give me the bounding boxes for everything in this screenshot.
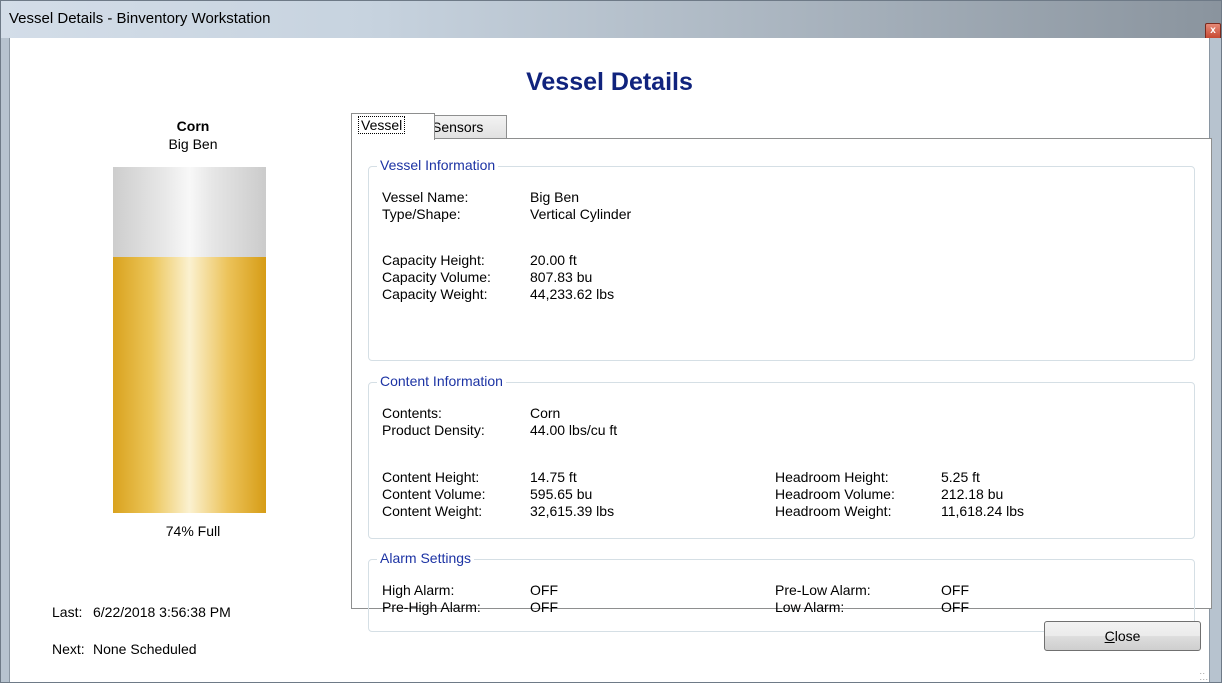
- field-label: Capacity Height:: [382, 252, 485, 268]
- vessel-information-group: Vessel Information Vessel Name: Big Ben T…: [368, 157, 1195, 361]
- field-value: 32,615.39 lbs: [530, 503, 615, 519]
- content-name: Corn: [176, 118, 210, 134]
- page-title: Vessel Details: [526, 68, 693, 96]
- field-value: 212.18 bu: [941, 486, 1004, 502]
- tab-sensors[interactable]: Sensors: [425, 115, 507, 138]
- alarm-settings-title: Alarm Settings: [377, 550, 475, 566]
- field-label: High Alarm:: [382, 582, 455, 598]
- next-value: None Scheduled: [93, 641, 197, 657]
- vessel-summary: Corn Big Ben: [108, 118, 278, 152]
- next-label: Next:: [52, 641, 85, 657]
- vessel-tab-panel: Vessel Information Vessel Name: Big Ben T…: [351, 138, 1212, 632]
- field-label: Contents:: [382, 405, 442, 421]
- resize-grip-icon[interactable]: . .. . .: [1199, 667, 1207, 682]
- vessel-information-title: Vessel Information: [377, 157, 499, 173]
- gauge-empty-portion: [113, 167, 266, 257]
- field-value: OFF: [941, 599, 969, 615]
- field-value: OFF: [530, 582, 558, 598]
- field-label: Type/Shape:: [382, 206, 461, 222]
- dialog-client-area: Vessel Details Corn Big Ben 74% Full Las…: [10, 38, 1212, 682]
- field-value: 44,233.62 lbs: [530, 286, 615, 302]
- title-bar[interactable]: Vessel Details - Binventory Workstation …: [1, 1, 1221, 40]
- field-value: Vertical Cylinder: [530, 206, 632, 222]
- field-label: Vessel Name:: [382, 189, 469, 205]
- field-label: Product Density:: [382, 422, 485, 438]
- next-reading: Next: None Scheduled: [52, 641, 197, 657]
- field-value: 5.25 ft: [941, 469, 980, 485]
- tab-sensors-label: Sensors: [432, 119, 484, 135]
- field-label: Capacity Volume:: [382, 269, 491, 285]
- field-label: Capacity Weight:: [382, 286, 488, 302]
- field-value: 595.65 bu: [530, 486, 593, 502]
- field-label: Content Height:: [382, 469, 480, 485]
- field-value: OFF: [941, 582, 969, 598]
- field-value: 807.83 bu: [530, 269, 593, 285]
- field-value: 14.75 ft: [530, 469, 577, 485]
- vessel-name: Big Ben: [168, 136, 218, 152]
- close-button-mnemonic: C: [1104, 628, 1115, 644]
- tab-vessel-label: Vessel: [358, 116, 406, 134]
- vessel-level-gauge: [113, 167, 266, 513]
- field-value: 11,618.24 lbs: [941, 503, 1025, 519]
- field-label: Pre-High Alarm:: [382, 599, 481, 615]
- last-label: Last:: [52, 604, 83, 620]
- content-information-title: Content Information: [377, 373, 506, 389]
- field-label: Pre-Low Alarm:: [775, 582, 871, 598]
- last-reading: Last: 6/22/2018 3:56:38 PM: [52, 604, 231, 620]
- field-label: Headroom Weight:: [775, 503, 892, 519]
- field-label: Headroom Volume:: [775, 486, 895, 502]
- field-label: Low Alarm:: [775, 599, 845, 615]
- field-value: 44.00 lbs/cu ft: [530, 422, 618, 438]
- gauge-fill-portion: [113, 257, 266, 513]
- tab-vessel[interactable]: Vessel: [351, 113, 435, 140]
- close-button[interactable]: Close: [1044, 621, 1201, 651]
- content-information-group: Content Information Contents: Corn Produc…: [368, 373, 1195, 539]
- field-value: Big Ben: [530, 189, 580, 205]
- field-label: Headroom Height:: [775, 469, 889, 485]
- window-frame-left: [1, 38, 10, 682]
- close-button-label: lose: [1114, 628, 1141, 644]
- last-value: 6/22/2018 3:56:38 PM: [93, 604, 231, 620]
- window-title: Vessel Details - Binventory Workstation: [9, 10, 271, 27]
- fill-percent-label: 74% Full: [165, 523, 221, 539]
- dialog-window: Vessel Details - Binventory Workstation …: [0, 0, 1222, 683]
- field-label: Content Weight:: [382, 503, 483, 519]
- field-label: Content Volume:: [382, 486, 486, 502]
- field-value: OFF: [530, 599, 558, 615]
- field-value: 20.00 ft: [530, 252, 577, 268]
- field-value: Corn: [530, 405, 561, 421]
